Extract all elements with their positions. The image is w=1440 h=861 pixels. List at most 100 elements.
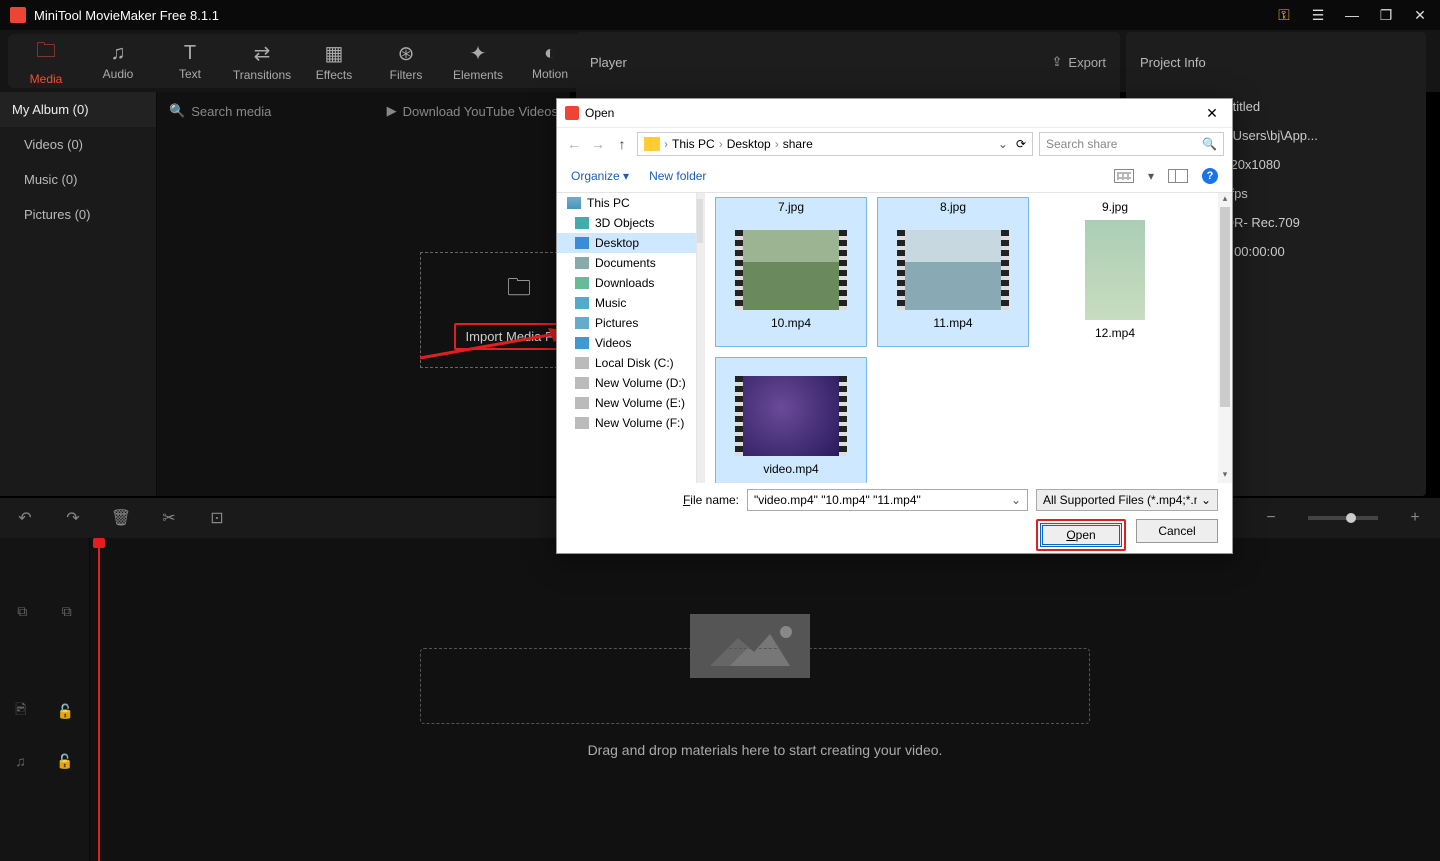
help-icon[interactable]: ? <box>1202 168 1218 184</box>
tab-media[interactable]: 🗀Media <box>10 36 82 86</box>
chevron-down-icon[interactable]: ⌄ <box>998 137 1008 151</box>
folder-icon: 🗀 <box>36 36 56 70</box>
dialog-search-input[interactable]: Search share 🔍 <box>1039 132 1224 156</box>
export-icon: ⇪ <box>1052 54 1063 70</box>
tab-effects[interactable]: ▦Effects <box>298 36 370 86</box>
tab-text[interactable]: TText <box>154 36 226 86</box>
file-item[interactable]: video.mp4 <box>715 357 867 483</box>
open-button[interactable]: Open <box>1040 523 1122 547</box>
search-icon: 🔍 <box>1202 137 1217 151</box>
app-icon <box>10 7 26 23</box>
tree-item[interactable]: New Volume (F:) <box>557 413 696 433</box>
album-item[interactable]: Music (0) <box>0 162 156 197</box>
dialog-titlebar[interactable]: Open ✕ <box>557 99 1232 127</box>
tab-filters[interactable]: ⊛Filters <box>370 36 442 86</box>
tree-item[interactable]: Downloads <box>557 273 696 293</box>
timeline-dropzone[interactable] <box>420 648 1090 724</box>
tab-audio[interactable]: ♫Audio <box>82 36 154 86</box>
project-info-title: Project Info <box>1140 55 1206 70</box>
tree-item[interactable]: Documents <box>557 253 696 273</box>
nav-back-button[interactable]: ← <box>565 136 583 152</box>
export-button[interactable]: ⇪ Export <box>1052 54 1106 70</box>
tree-item[interactable]: New Volume (D:) <box>557 373 696 393</box>
track-header-audio[interactable]: ♫🔓 <box>0 736 89 786</box>
maximize-button[interactable]: ❐ <box>1376 5 1396 25</box>
nav-forward-button[interactable]: → <box>589 136 607 152</box>
refresh-button[interactable]: ⟳ <box>1016 137 1026 151</box>
download-youtube-button[interactable]: ▶ Download YouTube Videos <box>387 103 558 119</box>
redo-button[interactable]: ↷ <box>62 508 84 528</box>
track-header-video[interactable] <box>0 636 89 686</box>
tree-item[interactable]: Music <box>557 293 696 313</box>
tree-item[interactable]: Pictures <box>557 313 696 333</box>
zoom-out-button[interactable]: − <box>1260 509 1282 527</box>
playhead[interactable] <box>98 538 100 861</box>
tab-transitions[interactable]: ⇄Transitions <box>226 36 298 86</box>
search-placeholder: Search share <box>1046 137 1117 151</box>
zoom-slider[interactable] <box>1308 516 1378 520</box>
tab-elements[interactable]: ✦Elements <box>442 36 514 86</box>
search-icon: 🔍 <box>169 103 185 119</box>
track-header-image[interactable]: 🖻🔓 <box>0 686 89 736</box>
tree-item[interactable]: Local Disk (C:) <box>557 353 696 373</box>
lock-icon: 🔓 <box>56 703 73 720</box>
cancel-button[interactable]: Cancel <box>1136 519 1218 543</box>
filename-input[interactable]: "video.mp4" "10.mp4" "11.mp4" ⌄ <box>747 489 1028 511</box>
folder-icon <box>575 297 589 309</box>
crop-button[interactable]: ⊡ <box>206 508 228 528</box>
track-header-overlay[interactable]: ⧉⧉ <box>0 586 89 636</box>
track-headers: ⧉⧉ 🖻🔓 ♫🔓 <box>0 538 90 861</box>
chevron-down-icon[interactable]: ⌄ <box>1201 493 1211 507</box>
breadcrumb[interactable]: › This PC › Desktop › share ⌄ ⟳ <box>637 132 1033 156</box>
lock-icon: 🔓 <box>56 753 73 770</box>
tree-item[interactable]: Desktop <box>557 233 696 253</box>
minimize-button[interactable]: — <box>1342 5 1362 25</box>
file-item[interactable]: 8.jpg11.mp4 <box>877 197 1029 347</box>
key-icon[interactable]: ⚿ <box>1274 5 1294 25</box>
splitter-handle[interactable] <box>697 199 703 243</box>
search-media-field[interactable]: 🔍 Search media <box>169 103 377 119</box>
file-item[interactable]: 9.jpg12.mp4 <box>1039 197 1191 347</box>
tree-item[interactable]: New Volume (E:) <box>557 393 696 413</box>
tree-item[interactable]: Videos <box>557 333 696 353</box>
motion-icon: ◐ <box>544 42 556 65</box>
new-folder-button[interactable]: New folder <box>649 169 706 183</box>
chevron-down-icon[interactable]: ⌄ <box>1011 493 1021 507</box>
album-sidebar: My Album (0) Videos (0)Music (0)Pictures… <box>0 92 156 496</box>
delete-button[interactable]: 🗑 <box>110 508 132 528</box>
crumb-1[interactable]: Desktop <box>727 137 771 151</box>
scrollbar[interactable]: ▴▾ <box>1218 193 1232 483</box>
folder-icon <box>575 317 589 329</box>
youtube-icon: ▶ <box>387 103 397 119</box>
preview-pane-button[interactable] <box>1168 169 1188 183</box>
crumb-root[interactable]: This PC <box>672 137 715 151</box>
organize-menu[interactable]: Organize ▾ <box>571 169 629 183</box>
crumb-2[interactable]: share <box>783 137 813 151</box>
dialog-close-button[interactable]: ✕ <box>1200 105 1224 122</box>
text-icon: T <box>184 42 196 65</box>
music-icon: ♫ <box>111 42 126 65</box>
folder-tree[interactable]: This PC3D ObjectsDesktopDocumentsDownloa… <box>557 193 697 483</box>
zoom-in-button[interactable]: + <box>1404 509 1426 527</box>
file-type-filter[interactable]: All Supported Files (*.mp4;*.mo ⌄ <box>1036 489 1218 511</box>
album-header[interactable]: My Album (0) <box>0 92 156 127</box>
view-mode-button[interactable] <box>1114 169 1134 183</box>
timeline-drop-hint: Drag and drop materials here to start cr… <box>90 742 1440 758</box>
close-button[interactable]: ✕ <box>1410 5 1430 25</box>
menu-icon[interactable]: ☰ <box>1308 5 1328 25</box>
chevron-down-icon[interactable]: ▾ <box>1148 169 1154 183</box>
split-button[interactable]: ✂ <box>158 508 180 528</box>
tree-item[interactable]: 3D Objects <box>557 213 696 233</box>
album-item[interactable]: Videos (0) <box>0 127 156 162</box>
tree-item[interactable]: This PC <box>557 193 696 213</box>
folder-icon <box>575 377 589 389</box>
folder-icon <box>575 217 589 229</box>
nav-up-button[interactable]: ↑ <box>613 136 631 152</box>
overlay2-icon: ⧉ <box>62 603 72 620</box>
filename-value: "video.mp4" "10.mp4" "11.mp4" <box>754 493 921 507</box>
elements-icon: ✦ <box>470 41 487 66</box>
file-item[interactable]: 7.jpg10.mp4 <box>715 197 867 347</box>
file-list[interactable]: 7.jpg10.mp48.jpg11.mp49.jpg12.mp4 video.m… <box>705 193 1232 483</box>
album-item[interactable]: Pictures (0) <box>0 197 156 232</box>
undo-button[interactable]: ↶ <box>14 508 36 528</box>
